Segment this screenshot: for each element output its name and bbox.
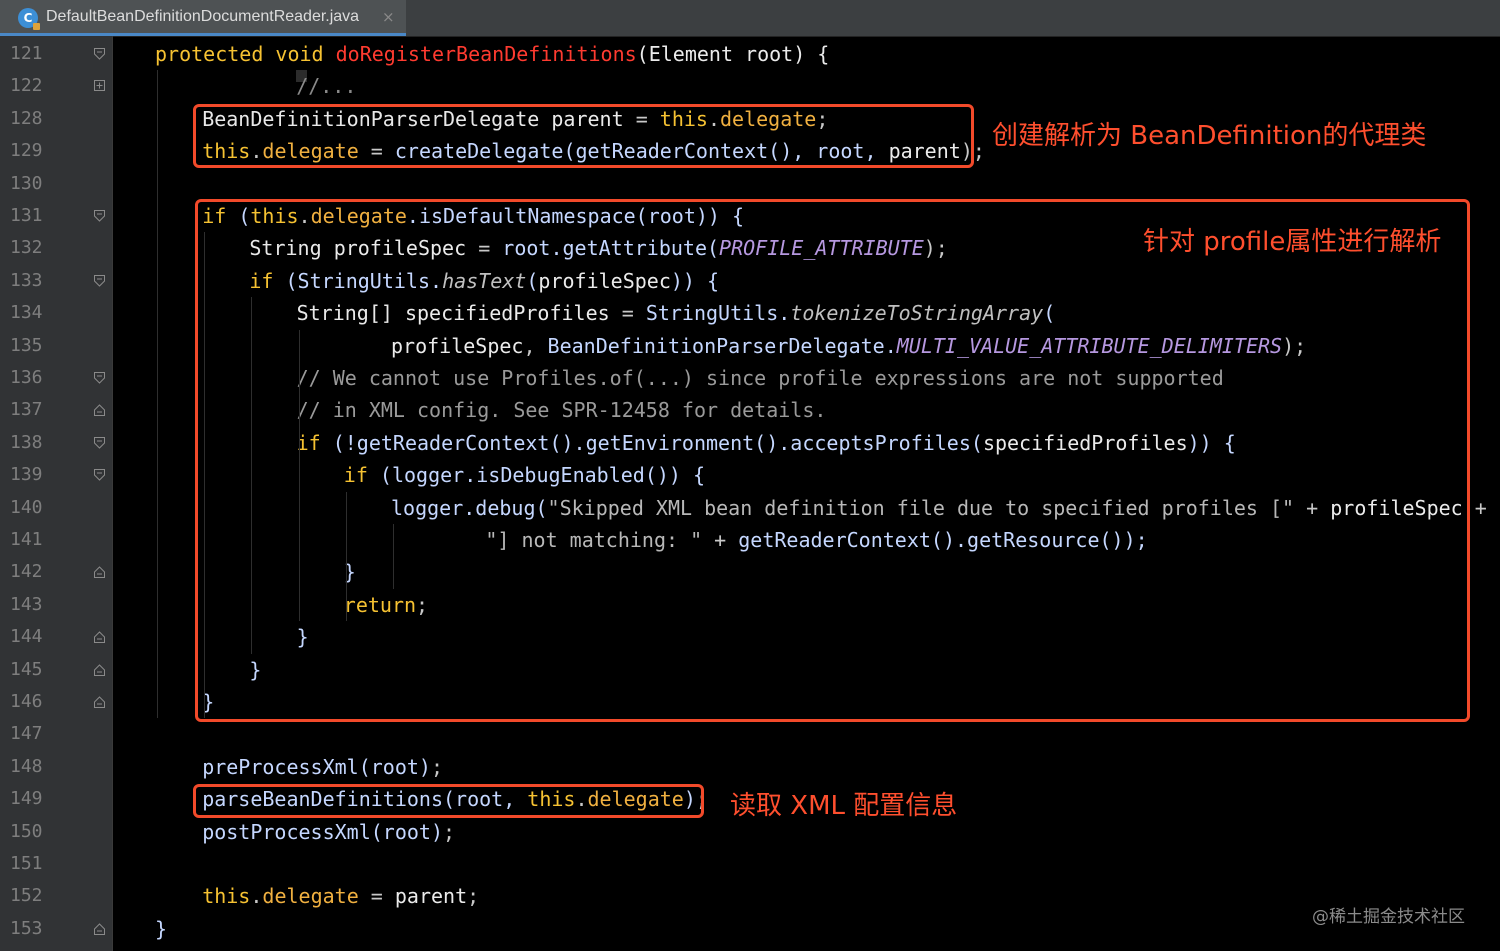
line-number: 151	[10, 853, 43, 874]
fold-end-icon[interactable]	[94, 404, 105, 417]
fold-end-icon[interactable]	[94, 923, 105, 935]
line-number: 130	[10, 172, 43, 194]
fold-collapse-icon[interactable]	[94, 372, 105, 384]
line-number: 122	[10, 75, 43, 97]
watermark: @稀土掘金技术社区	[1312, 907, 1465, 927]
tab-title: DefaultBeanDefinitionDocumentReader.java	[46, 8, 360, 25]
line-number: 135	[10, 334, 43, 356]
indent-guide	[157, 70, 158, 719]
line-number: 136	[10, 367, 43, 388]
fold-end-icon[interactable]	[94, 566, 105, 579]
line-number-gutter: 121 122 128 129 130 131 132 133 134 135 136 137 138 1…	[0, 36, 112, 951]
annotation-note-profile: 针对 profile属性进行解析	[1143, 227, 1442, 257]
line-number: 141	[10, 529, 43, 550]
code-line: preProcessXml(root);	[202, 751, 443, 783]
code-token: parent	[394, 884, 468, 909]
code-token: preProcessXml(root)	[202, 754, 431, 779]
line-number: 140	[10, 496, 43, 518]
line-number: 146	[10, 691, 43, 712]
fold-collapse-icon[interactable]	[94, 469, 105, 481]
tab-close-icon[interactable]: ×	[382, 8, 395, 26]
line-number: 150	[10, 820, 43, 842]
line-number: 139	[10, 464, 43, 486]
line-number: 134	[10, 302, 43, 324]
code-token: doRegisterBeanDefinitions	[335, 42, 637, 66]
code-token: protected void	[155, 42, 336, 66]
code-line: postProcessXml(root);	[202, 816, 455, 848]
code-token: ;	[467, 884, 480, 909]
line-number: 142	[10, 561, 43, 583]
line-number: 153	[10, 917, 43, 939]
code-token: }	[155, 916, 168, 941]
java-class-icon: C	[18, 8, 40, 30]
code-token: (Element root) {	[636, 42, 830, 66]
fold-end-icon[interactable]	[94, 663, 105, 676]
line-number: 131	[10, 205, 43, 226]
line-number: 133	[10, 269, 43, 291]
fold-end-icon[interactable]	[94, 631, 105, 644]
line-number: 145	[10, 658, 43, 680]
folded-region[interactable]: //...	[296, 70, 356, 98]
code-line: protected void doRegisterBeanDefinitions…	[155, 38, 829, 70]
code-token: =	[370, 884, 395, 909]
code-token: ;	[443, 819, 456, 844]
line-number: 121	[10, 43, 43, 64]
line-number: 137	[10, 399, 43, 421]
fold-collapse-icon[interactable]	[94, 274, 105, 287]
line-number: 152	[10, 885, 43, 907]
fold-collapse-icon[interactable]	[94, 48, 105, 60]
code-token: .	[250, 884, 263, 909]
annotation-box-parse	[193, 784, 704, 818]
code-token: this	[202, 884, 251, 909]
line-number: 148	[10, 755, 43, 777]
annotation-note-delegate: 创建解析为 BeanDefinition的代理类	[992, 121, 1427, 151]
line-number: 147	[10, 723, 43, 745]
line-number: 129	[10, 140, 43, 162]
fold-expand-icon[interactable]	[94, 80, 105, 92]
line-number: 149	[10, 788, 43, 810]
code-token: ;	[430, 754, 444, 779]
line-number: 128	[10, 107, 43, 129]
line-number: 144	[10, 626, 43, 648]
code-line: }	[155, 913, 167, 945]
line-number: 138	[10, 431, 43, 453]
annotation-note-parse: 读取 XML 配置信息	[730, 791, 958, 821]
editor-tab[interactable]: C DefaultBeanDefinitionDocumentReader.ja…	[0, 0, 406, 36]
fold-end-icon[interactable]	[94, 696, 105, 708]
line-number: 143	[10, 593, 43, 615]
annotation-box-delegate	[193, 104, 974, 168]
code-line: this.delegate = parent;	[202, 880, 479, 912]
code-token: +	[1474, 495, 1487, 520]
fold-collapse-icon[interactable]	[94, 210, 105, 222]
fold-collapse-icon[interactable]	[94, 436, 105, 449]
code-token: postProcessXml(root)	[202, 819, 444, 844]
gutter-separator	[112, 36, 113, 951]
annotation-box-profile	[195, 199, 1470, 722]
editor-tab-bar: C DefaultBeanDefinitionDocumentReader.ja…	[0, 0, 1500, 37]
code-token: delegate	[262, 884, 371, 909]
line-number: 132	[10, 237, 43, 259]
